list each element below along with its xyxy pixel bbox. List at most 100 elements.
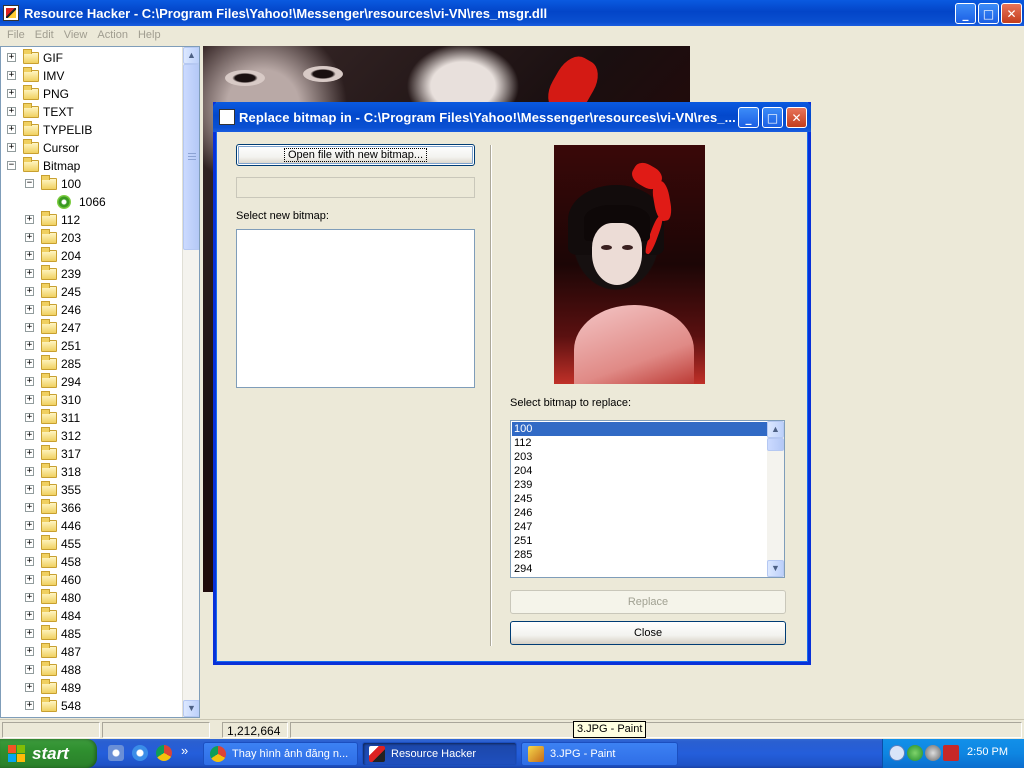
list-item[interactable]: 251 <box>512 534 767 548</box>
replace-button[interactable]: Replace <box>510 590 786 614</box>
menu-edit[interactable]: Edit <box>30 29 59 41</box>
expand-icon[interactable]: + <box>25 287 34 296</box>
volume-icon[interactable] <box>925 745 941 761</box>
expand-icon[interactable]: + <box>25 395 34 404</box>
expand-icon[interactable]: + <box>25 449 34 458</box>
expand-icon[interactable]: + <box>25 539 34 548</box>
start-button[interactable]: start <box>0 739 97 768</box>
expand-icon[interactable]: + <box>25 359 34 368</box>
list-item[interactable]: 247 <box>512 520 767 534</box>
tree-item-480[interactable]: +480 <box>1 589 182 607</box>
expand-icon[interactable]: + <box>7 143 16 152</box>
scroll-down-arrow-icon[interactable]: ▼ <box>183 700 199 717</box>
close-dialog-button[interactable]: Close <box>510 621 786 645</box>
maximize-button[interactable]: □ <box>978 3 999 24</box>
expand-icon[interactable]: + <box>25 665 34 674</box>
expand-icon[interactable]: + <box>7 107 16 116</box>
tree-item-317[interactable]: +317 <box>1 445 182 463</box>
expand-icon[interactable]: + <box>7 53 16 62</box>
dialog-minimize-button[interactable]: _ <box>738 107 759 128</box>
tree-item-png[interactable]: + PNG <box>1 85 182 103</box>
expand-icon[interactable]: + <box>25 323 34 332</box>
tree-item-247[interactable]: +247 <box>1 319 182 337</box>
expand-icon[interactable]: + <box>25 467 34 476</box>
tree-scrollbar[interactable]: ▲ ▼ <box>182 47 199 717</box>
expand-icon[interactable]: + <box>25 341 34 350</box>
tree-item-311[interactable]: +311 <box>1 409 182 427</box>
scroll-thumb[interactable] <box>183 64 199 250</box>
collapse-icon[interactable]: − <box>7 161 16 170</box>
chrome-icon[interactable] <box>156 745 172 761</box>
tree-item-548[interactable]: +548 <box>1 697 182 715</box>
resource-tree[interactable]: + GIF + IMV + PNG + TEXT + TYPELIB + Cursor − Bitmap −… <box>0 46 200 718</box>
tree-item-251[interactable]: +251 <box>1 337 182 355</box>
expand-icon[interactable]: + <box>25 557 34 566</box>
tree-item-203[interactable]: +203 <box>1 229 182 247</box>
tray-collapse-icon[interactable] <box>889 745 905 761</box>
list-item[interactable]: 112 <box>512 436 767 450</box>
new-bitmap-list[interactable] <box>236 229 475 388</box>
tree-item-446[interactable]: +446 <box>1 517 182 535</box>
tree-item-imv[interactable]: + IMV <box>1 67 182 85</box>
tree-item-245[interactable]: +245 <box>1 283 182 301</box>
list-scroll-down-icon[interactable]: ▼ <box>767 560 784 577</box>
network-icon[interactable] <box>907 745 923 761</box>
list-item[interactable]: 294 <box>512 562 767 576</box>
main-title-bar[interactable]: Resource Hacker - C:\Program Files\Yahoo… <box>0 0 1024 26</box>
replace-bitmap-list[interactable]: 100 112 203 204 239 245 246 247 251 285 294 ▲ ▼ <box>510 420 785 578</box>
tree-item-100[interactable]: − 100 <box>1 175 182 193</box>
tree-item-310[interactable]: +310 <box>1 391 182 409</box>
task-resource-hacker[interactable]: Resource Hacker <box>362 742 517 766</box>
tree-item-239[interactable]: +239 <box>1 265 182 283</box>
tree-item-318[interactable]: +318 <box>1 463 182 481</box>
tree-item-gif[interactable]: + GIF <box>1 49 182 67</box>
dialog-maximize-button[interactable]: □ <box>762 107 783 128</box>
tree-item-460[interactable]: +460 <box>1 571 182 589</box>
antivirus-icon[interactable] <box>943 745 959 761</box>
task-chrome[interactable]: Thay hình ảnh đăng n... <box>203 742 358 766</box>
list-item[interactable]: 203 <box>512 450 767 464</box>
tree-item-487[interactable]: +487 <box>1 643 182 661</box>
open-file-button[interactable]: Open file with new bitmap... <box>236 144 475 166</box>
menu-view[interactable]: View <box>59 29 93 41</box>
tree-item-bitmap[interactable]: − Bitmap <box>1 157 182 175</box>
scroll-up-arrow-icon[interactable]: ▲ <box>183 47 199 64</box>
expand-icon[interactable]: + <box>25 593 34 602</box>
collapse-icon[interactable]: − <box>25 179 34 188</box>
tree-item-488[interactable]: +488 <box>1 661 182 679</box>
list-item[interactable]: 245 <box>512 492 767 506</box>
dialog-title-bar[interactable]: Replace bitmap in - C:\Program Files\Yah… <box>213 102 811 132</box>
expand-icon[interactable]: + <box>25 413 34 422</box>
list-item[interactable]: 239 <box>512 478 767 492</box>
expand-icon[interactable]: + <box>25 683 34 692</box>
tree-item-458[interactable]: +458 <box>1 553 182 571</box>
task-paint[interactable]: 3.JPG - Paint <box>521 742 678 766</box>
expand-icon[interactable]: + <box>25 521 34 530</box>
resource-hacker-icon[interactable] <box>3 5 19 21</box>
list-scroll-thumb[interactable] <box>767 438 784 451</box>
quick-launch-chevron-icon[interactable]: » <box>181 743 188 758</box>
tree-item-355[interactable]: +355 <box>1 481 182 499</box>
expand-icon[interactable]: + <box>7 71 16 80</box>
tree-item-typelib[interactable]: + TYPELIB <box>1 121 182 139</box>
show-desktop-icon[interactable] <box>108 745 124 761</box>
expand-icon[interactable]: + <box>25 611 34 620</box>
list-item[interactable]: 204 <box>512 464 767 478</box>
expand-icon[interactable]: + <box>7 89 16 98</box>
expand-icon[interactable]: + <box>25 701 34 710</box>
minimize-button[interactable]: _ <box>955 3 976 24</box>
menu-help[interactable]: Help <box>133 29 166 41</box>
tree-item-112[interactable]: +112 <box>1 211 182 229</box>
menu-action[interactable]: Action <box>92 29 133 41</box>
tree-item-246[interactable]: +246 <box>1 301 182 319</box>
expand-icon[interactable]: + <box>25 269 34 278</box>
list-scroll-up-icon[interactable]: ▲ <box>767 421 784 438</box>
expand-icon[interactable]: + <box>25 305 34 314</box>
tree-item-204[interactable]: +204 <box>1 247 182 265</box>
tree-item-294[interactable]: +294 <box>1 373 182 391</box>
expand-icon[interactable]: + <box>25 503 34 512</box>
list-item[interactable]: 246 <box>512 506 767 520</box>
tree-item-1066[interactable]: 1066 <box>1 193 182 211</box>
expand-icon[interactable]: + <box>25 215 34 224</box>
tree-item-455[interactable]: +455 <box>1 535 182 553</box>
